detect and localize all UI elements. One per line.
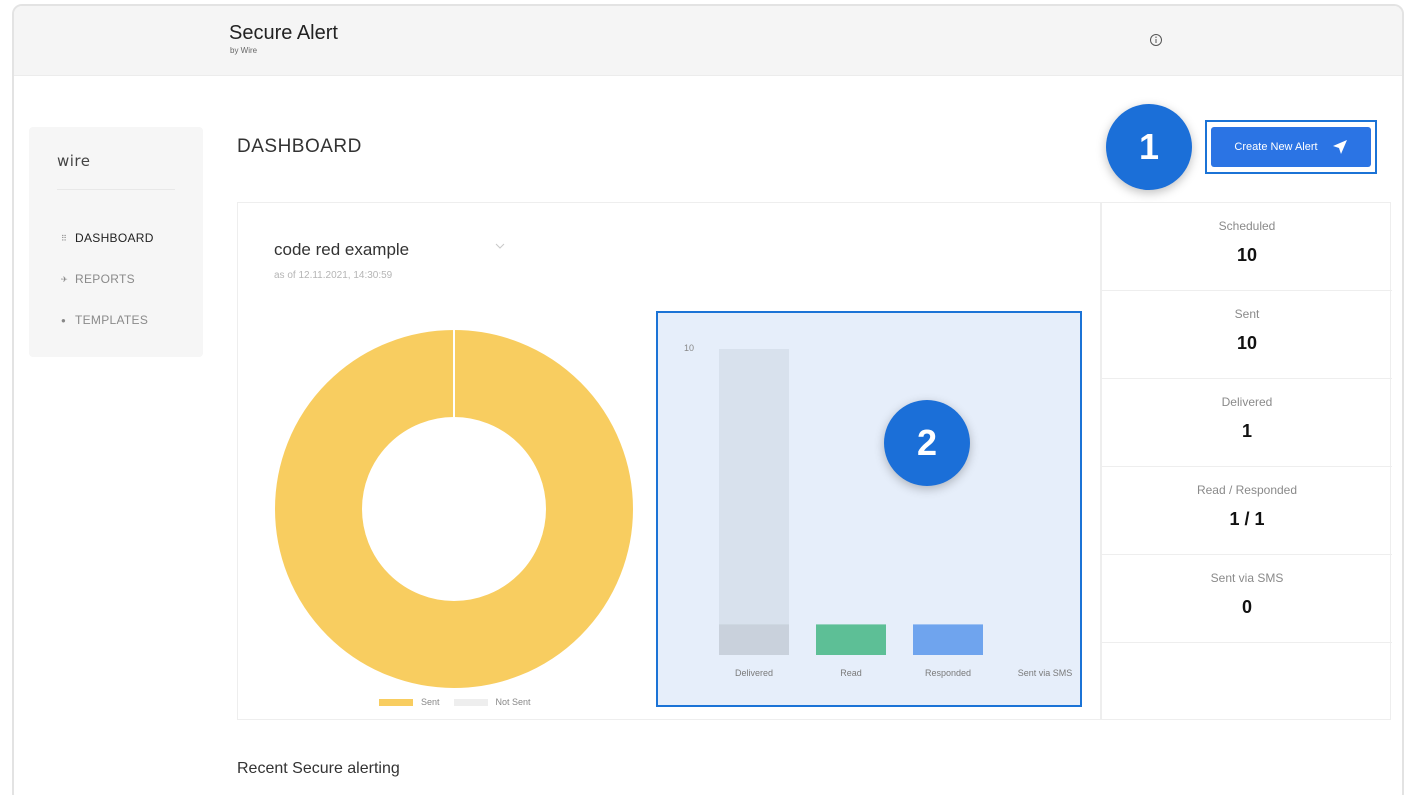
sidebar-item-reports[interactable]: ✈ REPORTS bbox=[61, 272, 135, 286]
stat-value: 10 bbox=[1236, 245, 1258, 265]
sent-donut-chart bbox=[275, 330, 633, 688]
step-badge-2: 2 bbox=[884, 400, 970, 486]
alert-overview-card: code red example as of 12.11.2021, 14:30… bbox=[237, 202, 1101, 720]
chevron-down-icon[interactable] bbox=[494, 241, 506, 251]
stat-label: Delivered bbox=[1221, 395, 1273, 409]
divider bbox=[57, 189, 175, 190]
sidebar-item-dashboard[interactable]: ⠿ DASHBOARD bbox=[61, 231, 154, 245]
page-title: DASHBOARD bbox=[237, 136, 362, 157]
bar-label-responded: Responded bbox=[925, 668, 971, 678]
stat-value: 1 bbox=[1241, 421, 1252, 441]
sidebar-item-label: DASHBOARD bbox=[75, 231, 154, 245]
top-bar: Secure Alert by Wire bbox=[14, 6, 1402, 76]
stat-value: 0 bbox=[1241, 597, 1252, 617]
stat-label: Sent bbox=[1234, 307, 1260, 321]
status-bar-chart-panel: 10 Delivered Read Responded Sent via SMS bbox=[656, 311, 1082, 707]
alert-timestamp: as of 12.11.2021, 14:30:59 bbox=[274, 270, 393, 281]
stats-panel: Scheduled 10 Sent 10 Delivered 1 Read / … bbox=[1101, 202, 1392, 720]
stat-scheduled: Scheduled 10 bbox=[1102, 203, 1392, 291]
stat-value: 1 / 1 bbox=[1229, 509, 1265, 529]
bar-responded bbox=[913, 624, 983, 655]
info-icon[interactable] bbox=[1148, 32, 1164, 48]
reports-icon: ✈ bbox=[61, 274, 69, 284]
sidebar-item-label: REPORTS bbox=[75, 272, 135, 286]
legend-item-sent: Sent bbox=[379, 697, 440, 707]
alert-select[interactable]: code red example bbox=[274, 240, 409, 260]
brand-logo: wire bbox=[57, 152, 91, 170]
stat-label: Scheduled bbox=[1218, 219, 1276, 233]
legend-swatch-sent bbox=[379, 698, 413, 706]
stat-value: 10 bbox=[1236, 333, 1258, 353]
grid-icon: ⠿ bbox=[61, 233, 68, 243]
legend-swatch-not-sent bbox=[453, 698, 488, 706]
sidebar-item-label: TEMPLATES bbox=[75, 313, 149, 327]
app-subtitle: by Wire bbox=[230, 46, 258, 55]
sidebar: wire ⠿ DASHBOARD ✈ REPORTS ● TEMPLATES bbox=[29, 127, 203, 357]
stat-delivered: Delivered 1 bbox=[1102, 379, 1392, 467]
stat-sent-via-sms: Sent via SMS 0 bbox=[1102, 555, 1392, 643]
sidebar-item-templates[interactable]: ● TEMPLATES bbox=[61, 313, 148, 327]
bar-label-delivered: Delivered bbox=[735, 668, 773, 678]
bar-delivered bbox=[719, 624, 789, 655]
step-badge-1: 1 bbox=[1106, 104, 1192, 190]
bar-label-read: Read bbox=[840, 668, 862, 678]
templates-icon: ● bbox=[61, 315, 67, 325]
legend-label-sent: Sent bbox=[421, 697, 440, 707]
app-window: Secure Alert by Wire wire ⠿ DASHBOARD ✈ … bbox=[12, 4, 1404, 795]
highlight-box-1 bbox=[1205, 120, 1377, 174]
stat-label: Read / Responded bbox=[1196, 483, 1298, 497]
donut-legend: Sent Not Sent bbox=[379, 697, 537, 707]
status-bar-chart: Delivered Read Responded Sent via SMS bbox=[719, 349, 1073, 678]
legend-item-not-sent: Not Sent bbox=[453, 697, 531, 707]
legend-label-not-sent: Not Sent bbox=[495, 697, 531, 707]
stat-label: Sent via SMS bbox=[1210, 571, 1284, 585]
bar-label-sent-via-sms: Sent via SMS bbox=[1018, 668, 1073, 678]
recent-alerts-heading: Recent Secure alerting bbox=[237, 760, 400, 777]
stat-sent: Sent 10 bbox=[1102, 291, 1392, 379]
stat-read-responded: Read / Responded 1 / 1 bbox=[1102, 467, 1392, 555]
app-title: Secure Alert bbox=[229, 22, 338, 44]
bar-background-delivered bbox=[719, 349, 789, 655]
bar-read bbox=[816, 624, 886, 655]
